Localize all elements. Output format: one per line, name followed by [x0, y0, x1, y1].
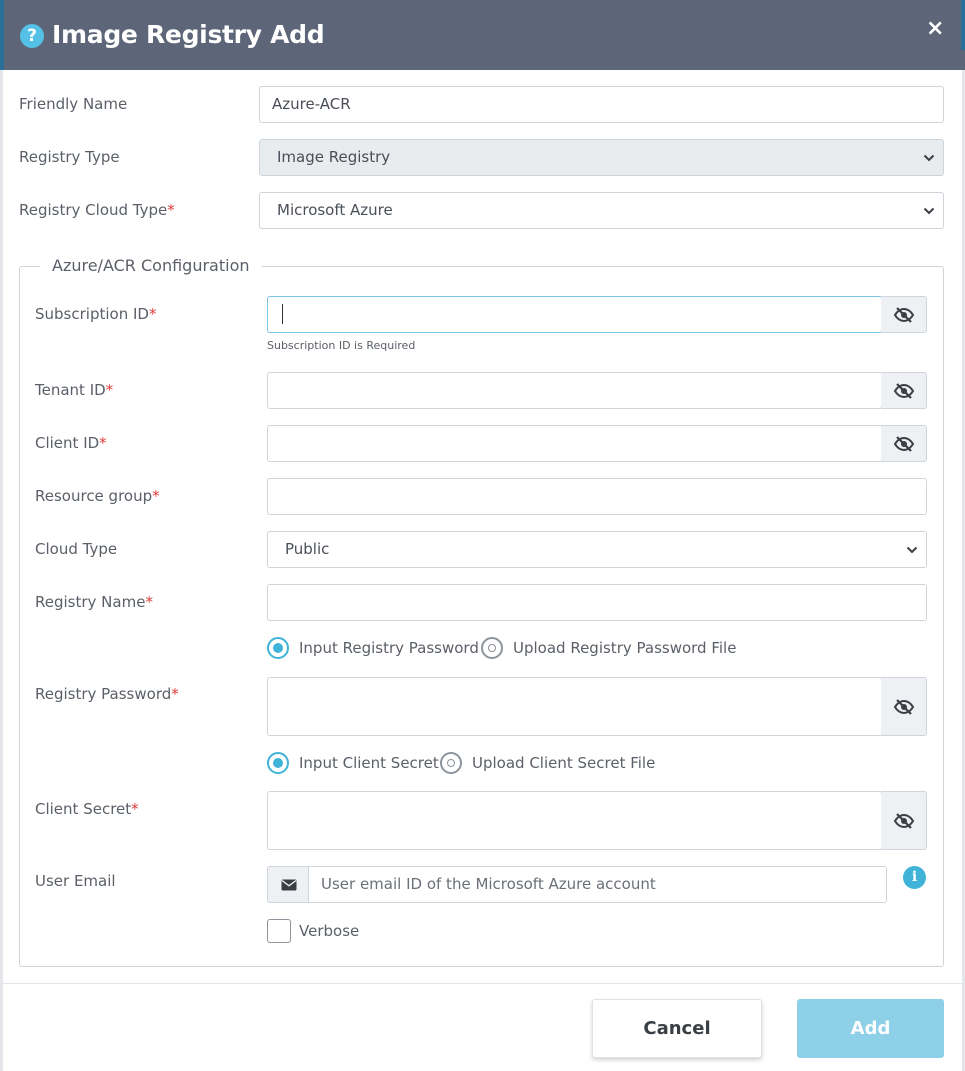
question-circle-icon[interactable]: ? [20, 24, 44, 48]
subscription-id-error: Subscription ID is Required [267, 339, 416, 352]
friendly-name-label: Friendly Name [19, 95, 128, 113]
input-client-secret-label: Input Client Secret [299, 754, 439, 772]
subscription-id-input[interactable] [267, 296, 882, 333]
text-cursor [282, 304, 283, 324]
registry-cloud-type-value: Microsoft Azure [277, 201, 393, 219]
registry-password-input[interactable] [267, 677, 882, 736]
cancel-button[interactable]: Cancel [592, 999, 762, 1058]
resource-group-label: Resource group* [35, 487, 160, 505]
input-registry-password-label: Input Registry Password [299, 639, 479, 657]
client-id-label: Client ID* [35, 434, 107, 452]
dialog-title: Image Registry Add [52, 20, 325, 49]
registry-cloud-type-label: Registry Cloud Type* [19, 201, 175, 219]
close-icon[interactable]: × [926, 16, 944, 41]
resource-group-input[interactable] [267, 478, 927, 515]
eye-slash-icon [893, 698, 914, 715]
cloud-type-label: Cloud Type [35, 540, 118, 558]
verbose-checkbox[interactable] [267, 919, 291, 943]
registry-type-value: Image Registry [277, 148, 391, 166]
dialog-left-border [0, 70, 3, 1071]
fieldset-legend: Azure/ACR Configuration [40, 256, 262, 275]
client-secret-input[interactable] [267, 791, 882, 850]
chevron-down-icon [923, 154, 935, 162]
user-email-label: User Email [35, 872, 116, 890]
user-email-placeholder: User email ID of the Microsoft Azure acc… [321, 875, 656, 893]
add-button[interactable]: Add [797, 999, 944, 1058]
eye-slash-icon [893, 812, 914, 829]
info-icon[interactable]: i [903, 866, 926, 889]
upload-client-secret-radio[interactable] [440, 752, 462, 774]
cloud-type-value: Public [285, 540, 330, 558]
registry-cloud-type-select[interactable]: Microsoft Azure [259, 192, 944, 229]
friendly-name-input[interactable]: Azure-ACR [259, 86, 944, 123]
header-right-accent [961, 0, 965, 50]
toggle-visibility-button[interactable] [881, 372, 927, 409]
client-id-input[interactable] [267, 425, 882, 462]
header-left-accent [0, 0, 4, 70]
registry-type-label: Registry Type [19, 148, 120, 166]
client-secret-label: Client Secret* [35, 800, 139, 818]
dialog-header: ? Image Registry Add × [0, 0, 965, 70]
upload-registry-password-radio[interactable] [481, 637, 503, 659]
eye-slash-icon [893, 306, 914, 323]
upload-registry-password-label: Upload Registry Password File [513, 639, 737, 657]
email-addon [267, 866, 309, 903]
tenant-id-label: Tenant ID* [35, 381, 114, 399]
toggle-visibility-button[interactable] [881, 425, 927, 462]
image-registry-add-dialog: ? Image Registry Add × Friendly Name Azu… [0, 0, 965, 1071]
tenant-id-input[interactable] [267, 372, 882, 409]
upload-client-secret-label: Upload Client Secret File [472, 754, 656, 772]
cloud-type-select[interactable]: Public [267, 531, 927, 568]
toggle-visibility-button[interactable] [881, 791, 927, 850]
toggle-visibility-button[interactable] [881, 296, 927, 333]
registry-password-label: Registry Password* [35, 685, 179, 703]
verbose-label: Verbose [299, 922, 360, 940]
registry-name-input[interactable] [267, 584, 927, 621]
user-email-input[interactable]: User email ID of the Microsoft Azure acc… [308, 866, 887, 903]
chevron-down-icon [923, 207, 935, 215]
chevron-down-icon [906, 546, 918, 554]
toggle-visibility-button[interactable] [881, 677, 927, 736]
eye-slash-icon [893, 435, 914, 452]
envelope-icon [281, 879, 296, 890]
input-registry-password-radio[interactable] [267, 637, 289, 659]
registry-type-select[interactable]: Image Registry [259, 139, 944, 176]
eye-slash-icon [893, 382, 914, 399]
registry-name-label: Registry Name* [35, 593, 153, 611]
input-client-secret-radio[interactable] [267, 752, 289, 774]
subscription-id-label: Subscription ID* [35, 305, 157, 323]
footer-divider [0, 983, 965, 984]
